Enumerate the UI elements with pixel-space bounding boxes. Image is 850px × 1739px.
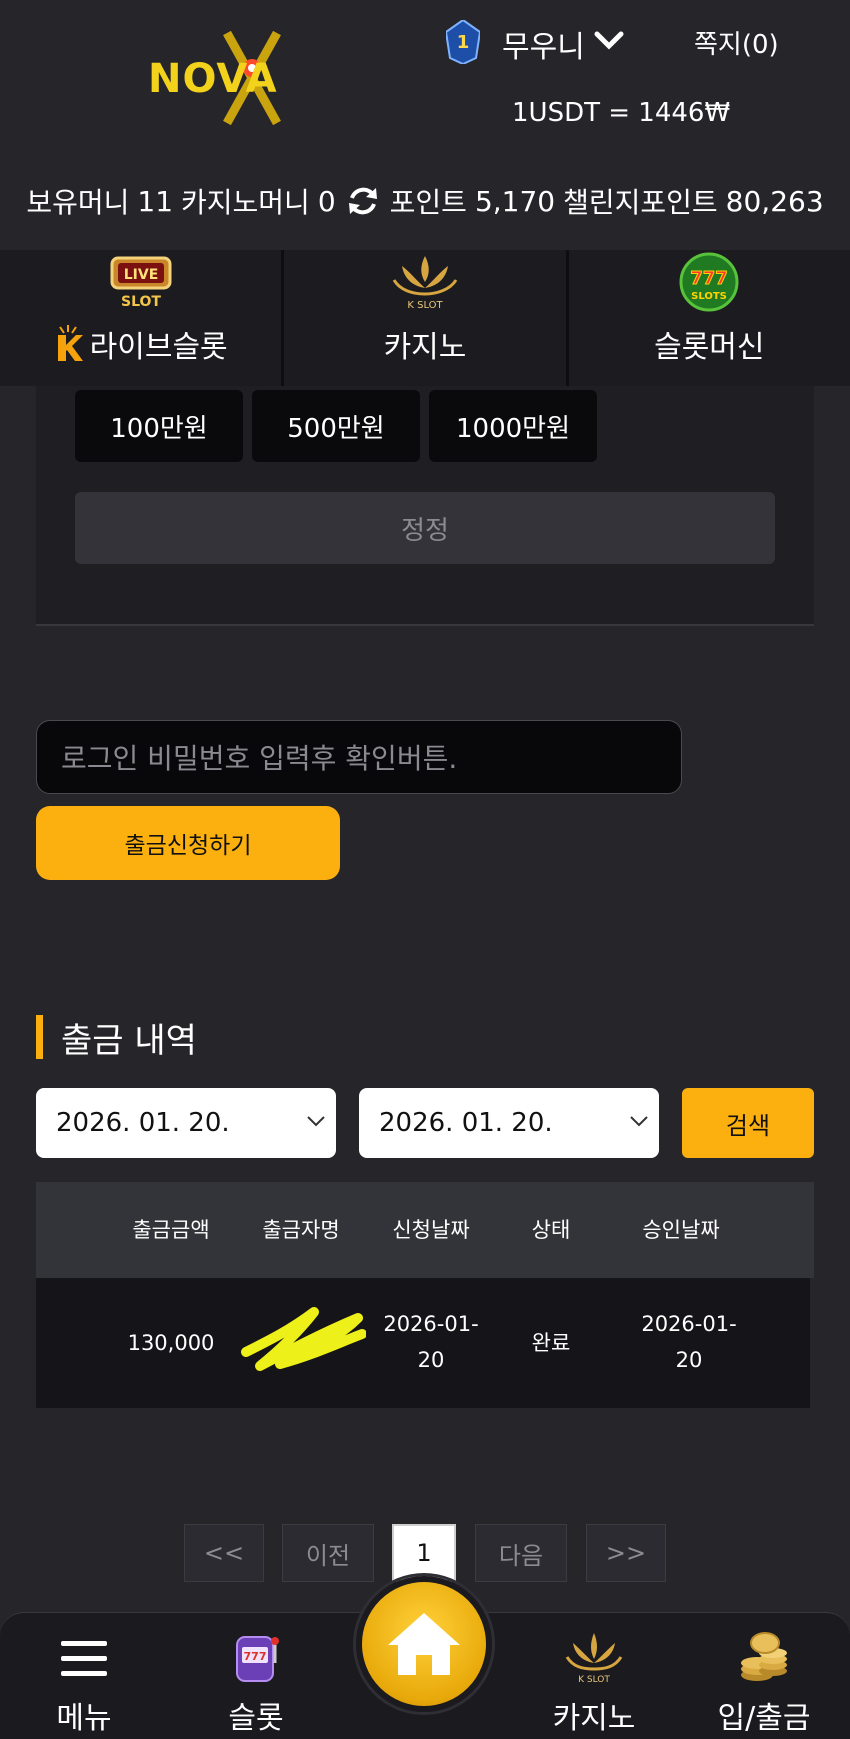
col-name: 출금자명 [262, 1218, 340, 1242]
password-input[interactable]: 로그인 비밀번호 입력후 확인버튼. [36, 720, 682, 794]
nova-logo[interactable]: NOVA [140, 28, 330, 128]
point-value: 5,170 [474, 184, 556, 218]
date-from-select[interactable]: 2026. 01. 20. [36, 1088, 336, 1158]
row-approve-date: 2026-01- 20 [624, 1306, 754, 1378]
withdraw-request-button[interactable]: 출금신청하기 [36, 806, 340, 880]
point-label: 포인트 [389, 186, 467, 219]
live-slot-icon: LIVE SLOT [110, 256, 172, 310]
nav-deposit-withdraw[interactable]: 입/출금 [704, 1629, 824, 1737]
rank-badge-icon: 1 [444, 18, 482, 66]
memo-link[interactable]: 쪽지(0) [694, 24, 779, 61]
table-row: 130,000 2026-01- 20 완료 2026-01- 20 [36, 1278, 810, 1408]
amount-panel: 100만원 500만원 1000만원 정정 [36, 386, 814, 626]
k-slot-icon: K SLOT [392, 256, 458, 311]
balance-bar: 보유머니 11 카지노머니 0 포인트 5,170 챌린지포인트 80,263 [0, 176, 850, 226]
slot-machine-icon: 777 [236, 1636, 279, 1682]
nav-casino-label: 카지노 [552, 1701, 636, 1736]
svg-text:777: 777 [691, 268, 729, 289]
challenge-value: 80,263 [725, 184, 824, 218]
holding-label: 보유머니 [26, 186, 130, 219]
challenge-label: 챌린지포인트 [563, 186, 718, 219]
refresh-icon[interactable] [346, 184, 380, 218]
tab-casino-label: 카지노 [383, 330, 467, 365]
tab-live-slot[interactable]: LIVE SLOT 라이브슬롯 [0, 250, 285, 386]
date-from-value: 2026. 01. 20. [56, 1108, 230, 1138]
svg-text:K SLOT: K SLOT [407, 300, 443, 311]
hamburger-menu-icon [61, 1641, 107, 1676]
chevron-down-icon [307, 1116, 325, 1127]
col-status: 상태 [531, 1218, 571, 1242]
777-slots-icon: 777 SLOTS [679, 252, 739, 312]
date-to-value: 2026. 01. 20. [379, 1108, 553, 1138]
row-amount: 130,000 [127, 1331, 215, 1355]
history-table: 출금금액 출금자명 신청날짜 상태 승인날짜 130,000 2026-01- … [36, 1182, 814, 1408]
nav-slot-label: 슬롯 [228, 1701, 284, 1736]
reset-button[interactable]: 정정 [75, 492, 775, 564]
amount-100-button[interactable]: 100만원 [75, 390, 243, 462]
tab-slot-machine-label: 슬롯머신 [654, 330, 765, 365]
casino-value: 0 [317, 184, 336, 218]
nav-menu[interactable]: 메뉴 [24, 1629, 144, 1737]
header: NOVA 1 무우니 쪽지(0) 1USDT = 1446₩ 보유머니 11 카… [0, 0, 850, 250]
category-tabs: LIVE SLOT 라이브슬롯 K SLOT 카지노 777 SLOTS 슬롯머… [0, 250, 850, 386]
amount-1000-button[interactable]: 1000만원 [429, 390, 597, 462]
coins-icon [741, 1632, 787, 1681]
row-request-date-line2: 20 [417, 1348, 445, 1372]
nav-menu-label: 메뉴 [56, 1701, 112, 1736]
history-title-text: 출금 내역 [61, 1020, 197, 1061]
home-icon [388, 1613, 460, 1675]
col-request-date: 신청날짜 [392, 1218, 470, 1242]
casino-label: 카지노머니 [181, 186, 310, 219]
chevron-down-icon[interactable] [594, 30, 624, 52]
home-button[interactable] [356, 1576, 492, 1712]
row-request-date-line1: 2026-01- [383, 1312, 479, 1336]
row-approve-date-line2: 20 [675, 1348, 703, 1372]
page-next-button[interactable]: 다음 [475, 1524, 567, 1582]
svg-text:K SLOT: K SLOT [578, 1675, 610, 1685]
k-slot-icon: K SLOT [565, 1633, 623, 1685]
page-current-button[interactable]: 1 [392, 1524, 456, 1582]
k-logo-icon [57, 325, 83, 361]
amount-500-button[interactable]: 500만원 [252, 390, 420, 462]
svg-text:SLOTS: SLOTS [691, 291, 727, 302]
exchange-rate: 1USDT = 1446₩ [512, 98, 731, 128]
table-header: 출금금액 출금자명 신청날짜 상태 승인날짜 [36, 1182, 814, 1278]
svg-text:LIVE: LIVE [123, 267, 158, 283]
tab-slot-machine[interactable]: 777 SLOTS 슬롯머신 [569, 250, 850, 386]
title-accent-bar [36, 1015, 43, 1059]
tab-live-slot-label: 라이브슬롯 [89, 330, 228, 365]
holding-value: 11 [137, 184, 174, 218]
nav-casino[interactable]: K SLOT 카지노 [534, 1629, 654, 1737]
row-status: 완료 [531, 1331, 571, 1355]
nav-slot[interactable]: 777 슬롯 [196, 1629, 316, 1737]
history-title: 출금 내역 [36, 1014, 197, 1061]
chevron-down-icon [630, 1116, 648, 1127]
row-request-date: 2026-01- 20 [366, 1306, 496, 1378]
svg-text:777: 777 [244, 1650, 267, 1663]
col-amount: 출금금액 [132, 1218, 210, 1242]
username[interactable]: 무우니 [502, 22, 585, 66]
logo-text: NOVA [148, 56, 278, 102]
tab-casino[interactable]: K SLOT 카지노 [284, 250, 569, 386]
date-to-select[interactable]: 2026. 01. 20. [359, 1088, 659, 1158]
page-prev-button[interactable]: 이전 [282, 1524, 374, 1582]
row-approve-date-line1: 2026-01- [641, 1312, 737, 1336]
page-first-button[interactable]: << [184, 1524, 264, 1582]
page-last-button[interactable]: >> [586, 1524, 666, 1582]
redaction-scribble [241, 1307, 366, 1371]
nav-deposit-withdraw-label: 입/출금 [717, 1701, 811, 1736]
svg-text:SLOT: SLOT [121, 294, 161, 310]
page: NOVA 1 무우니 쪽지(0) 1USDT = 1446₩ 보유머니 11 카… [0, 0, 850, 1739]
rank-number: 1 [456, 32, 470, 53]
col-approve-date: 승인날짜 [642, 1218, 720, 1242]
search-button[interactable]: 검색 [682, 1088, 814, 1158]
